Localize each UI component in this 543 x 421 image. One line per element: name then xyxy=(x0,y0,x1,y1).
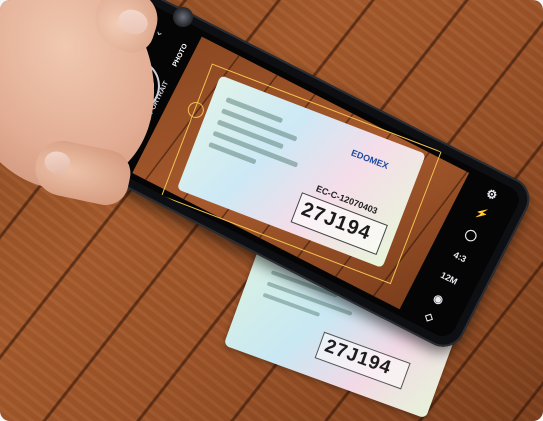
fingernail xyxy=(42,149,73,177)
document-detection-frame xyxy=(161,63,442,285)
camera-viewfinder[interactable]: EDOMEX EC-C-12070403 27J194 xyxy=(132,36,470,310)
timer-icon[interactable]: ◯ xyxy=(450,220,492,250)
photo-scene: 27J194 ⌄ VIDEO PORTRAIT PHOTO EDOMEX xyxy=(0,0,543,421)
camera-lens xyxy=(173,7,193,27)
resolution-button[interactable]: 12M xyxy=(429,265,469,292)
aspect-ratio-button[interactable]: 4:3 xyxy=(440,243,480,270)
